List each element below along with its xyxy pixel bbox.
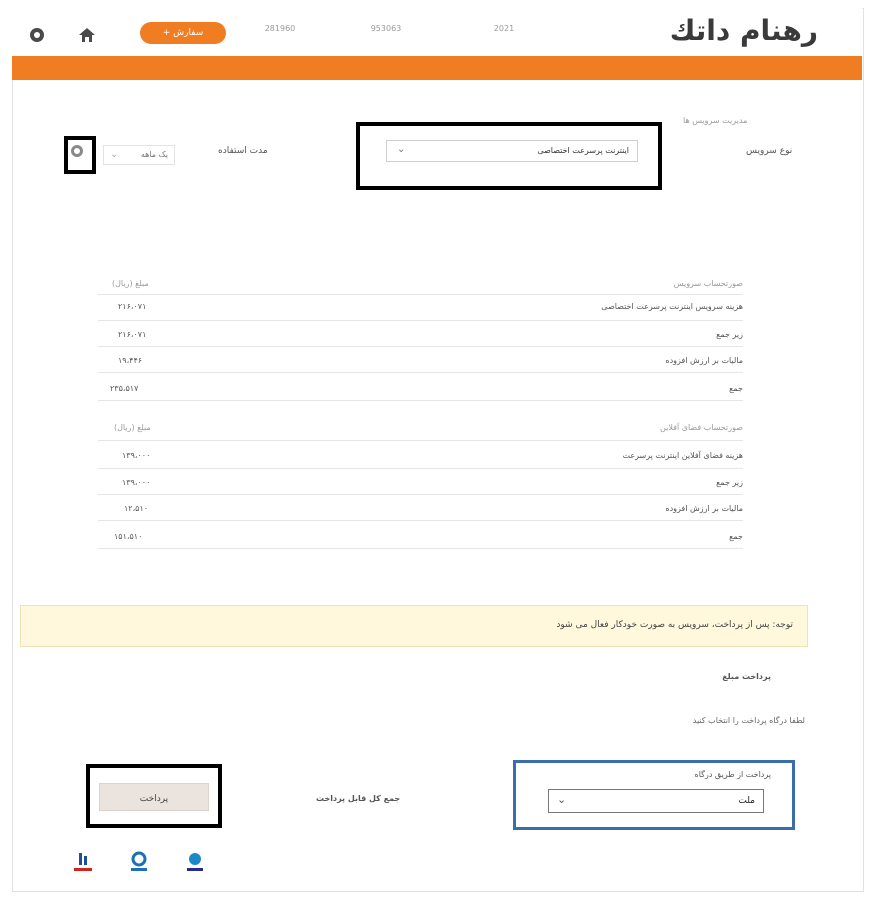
- chevron-down-icon: ⌄: [557, 793, 567, 806]
- header-stat-1: 281960: [264, 24, 296, 33]
- divider: [98, 520, 743, 521]
- invoice-row-label: ﻣﺎﻟﯿﺎﺕ ﺑﺮ ﺍﺭﺯﺵ ﺍﻓﺰﻭﺩﻩ: [665, 504, 743, 513]
- invoice-row-label: ﺯﯾﺮ ﺟﻤﻊ: [716, 330, 743, 339]
- bank-logo-icon: [74, 853, 92, 871]
- brand-logo[interactable]: ﺭﻫﻨﺎﻡ ﺩﺍﺗﻚ: [648, 14, 818, 48]
- payment-section-title: ﭘﺮﺩﺍﺧﺖ ﻣﺒﻠﻎ: [722, 672, 771, 681]
- chevron-down-icon: ⌄: [397, 144, 406, 155]
- duration-select[interactable]: ⌄ ﯾﮏ ﻣﺎﻫﻪ: [103, 145, 175, 165]
- header-stat-3: 2021: [493, 24, 515, 33]
- notice-banner: ﺗﻮﺟﻪ: ﭘﺲ ﺍﺯ ﭘﺮﺩﺍﺧﺖ، ﺳﺮﻭﯾﺲ ﺑﻪ ﺻﻮﺭﺕ ﺧﻮﺩﮐﺎﺭ…: [20, 605, 808, 647]
- pay-button[interactable]: ﭘﺮﺩﺍﺧﺖ: [99, 783, 209, 811]
- bank-logo-icon: [187, 853, 203, 871]
- service-type-value: ﺍﯾﻨﺘﺮﻧﺖ ﭘﺮﺳﺮﻋﺖ ﺍﺧﺘﺼﺎﺻﯽ: [537, 146, 629, 155]
- divider: [98, 494, 743, 495]
- divider: [98, 548, 743, 549]
- invoice-row-label: ﻫﺰﯾﻨﻪ ﻓﻀﺎﯼ ﺁﻓﻼﯾﻦ ﺍﯾﻨﺘﺮﻧﺖ ﭘﺮﺳﺮﻋﺖ: [622, 451, 744, 460]
- invoice-amount-header: ﻣﺒﻠﻎ (ﺭﯾﺎﻝ): [112, 279, 149, 288]
- gateway-select[interactable]: ⌄ ﻣﻠﺖ: [548, 789, 764, 813]
- invoice-row-amount: ۱۳۹،۰۰۰: [122, 451, 151, 460]
- duration-value: ﯾﮏ ﻣﺎﻫﻪ: [140, 150, 168, 159]
- nav-item-about[interactable]: ﺩﺭﺑﺎﺭﻩ: [768, 6, 791, 16]
- gateway-value: ﻣﻠﺖ: [738, 796, 755, 806]
- invoice-title: ﺻﻮﺭﺗﺤﺴﺎﺏ ﻓﻀﺎﯼ ﺁﻓﻼﯾﻦ: [660, 423, 743, 432]
- divider: [98, 372, 743, 373]
- invoice-row-label: ﻫﺰﯾﻨﻪ ﺳﺮﻭﯾﺲ ﺍﯾﻨﺘﺮﻧﺖ ﭘﺮﺳﺮﻋﺖ ﺍﺧﺘﺼﺎﺻﯽ: [601, 302, 743, 311]
- nav-item-support[interactable]: ﭘﺸﺘﯿﺒﺎﻧﯽ: [606, 6, 637, 16]
- divider: [98, 320, 743, 321]
- nav-item-faq[interactable]: ﺳﻮﺍﻻﺕ ﻣﺘﺪﺍﻭﻝ: [420, 6, 477, 16]
- invoice-row-amount: ۱۵۱،۵۱۰: [114, 532, 143, 541]
- service-type-select[interactable]: ⌄ ﺍﯾﻨﺘﺮﻧﺖ ﭘﺮﺳﺮﻋﺖ ﺍﺧﺘﺼﺎﺻﯽ: [386, 140, 638, 162]
- home-icon[interactable]: [78, 27, 96, 43]
- invoice-row-label: ﺟﻤﻊ: [729, 384, 743, 393]
- invoice-row-amount: ۱۹،۴۴۶: [118, 356, 143, 365]
- invoice-row-amount: ۲۱۶،۰۷۱: [118, 302, 147, 311]
- refresh-icon[interactable]: [71, 145, 83, 157]
- gear-icon[interactable]: [30, 28, 44, 42]
- nav-item-guide[interactable]: ﺭﺍﻫﻨﻤﺎ: [560, 6, 582, 16]
- divider: [98, 400, 743, 401]
- chevron-down-icon: ⌄: [110, 149, 119, 160]
- nav-item-news[interactable]: ﺍﺧﺒﺎﺭ: [510, 6, 528, 16]
- payment-note: ﻟﻄﻔﺎ ﺩﺭﮔﺎﻩ ﭘﺮﺩﺍﺧﺖ ﺭﺍ ﺍﻧﺘﺨﺎﺏ ﮐﻨﯿﺪ: [692, 716, 805, 725]
- invoice-row-amount: ۱۲،۵۱۰: [124, 504, 149, 513]
- total-payable-label: ﺟﻤﻊ ﮐﻞ ﻗﺎﺑﻞ ﭘﺮﺩﺍﺧﺖ: [316, 794, 401, 803]
- invoice-row-label: ﺯﯾﺮ ﺟﻤﻊ: [716, 478, 743, 487]
- cart-button[interactable]: + ﺳﻔﺎﺭﺵ: [140, 22, 226, 44]
- divider: [98, 468, 743, 469]
- invoice-row-label: ﺟﻤﻊ: [729, 532, 743, 541]
- breadcrumb: ﻣﺪﯾﺮﯾﺖ ﺳﺮﻭﯾﺲ ﻫﺎ: [683, 116, 748, 125]
- invoice-row-amount: ۱۳۹،۰۰۰: [122, 478, 151, 487]
- bank-logo-icon: [131, 851, 147, 871]
- header-stat-2: 953063: [370, 24, 402, 33]
- main-nav: [12, 56, 862, 80]
- invoice-amount-header: ﻣﺒﻠﻎ (ﺭﯾﺎﻝ): [114, 423, 151, 432]
- notice-text: ﺗﻮﺟﻪ: ﭘﺲ ﺍﺯ ﭘﺮﺩﺍﺧﺖ، ﺳﺮﻭﯾﺲ ﺑﻪ ﺻﻮﺭﺕ ﺧﻮﺩﮐﺎﺭ…: [556, 620, 793, 630]
- divider: [98, 346, 743, 347]
- invoice-row-label: ﻣﺎﻟﯿﺎﺕ ﺑﺮ ﺍﺭﺯﺵ ﺍﻓﺰﻭﺩﻩ: [665, 356, 743, 365]
- gateway-label: ﭘﺮﺩﺍﺧﺖ ﺍﺯ ﻃﺮﯾﻖ ﺩﺭﮔﺎﻩ: [694, 770, 771, 779]
- invoice-title: ﺻﻮﺭﺗﺤﺴﺎﺏ ﺳﺮﻭﯾﺲ: [673, 279, 743, 288]
- nav-item-contact[interactable]: ﺗﻤﺎﺱ ﺑﺎ ﻣﺎ: [692, 6, 732, 16]
- invoice-row-amount: ۲۱۶،۰۷۱: [118, 330, 147, 339]
- divider: [98, 440, 743, 441]
- invoice-row-amount: ۲۳۵،۵۱۷: [110, 384, 139, 393]
- divider: [98, 294, 743, 295]
- service-type-label: ﻧﻮﻉ ﺳﺮﻭﯾﺲ: [746, 146, 793, 156]
- duration-label: ﻣﺪﺕ ﺍﺳﺘﻔﺎﺩﻩ: [218, 146, 268, 156]
